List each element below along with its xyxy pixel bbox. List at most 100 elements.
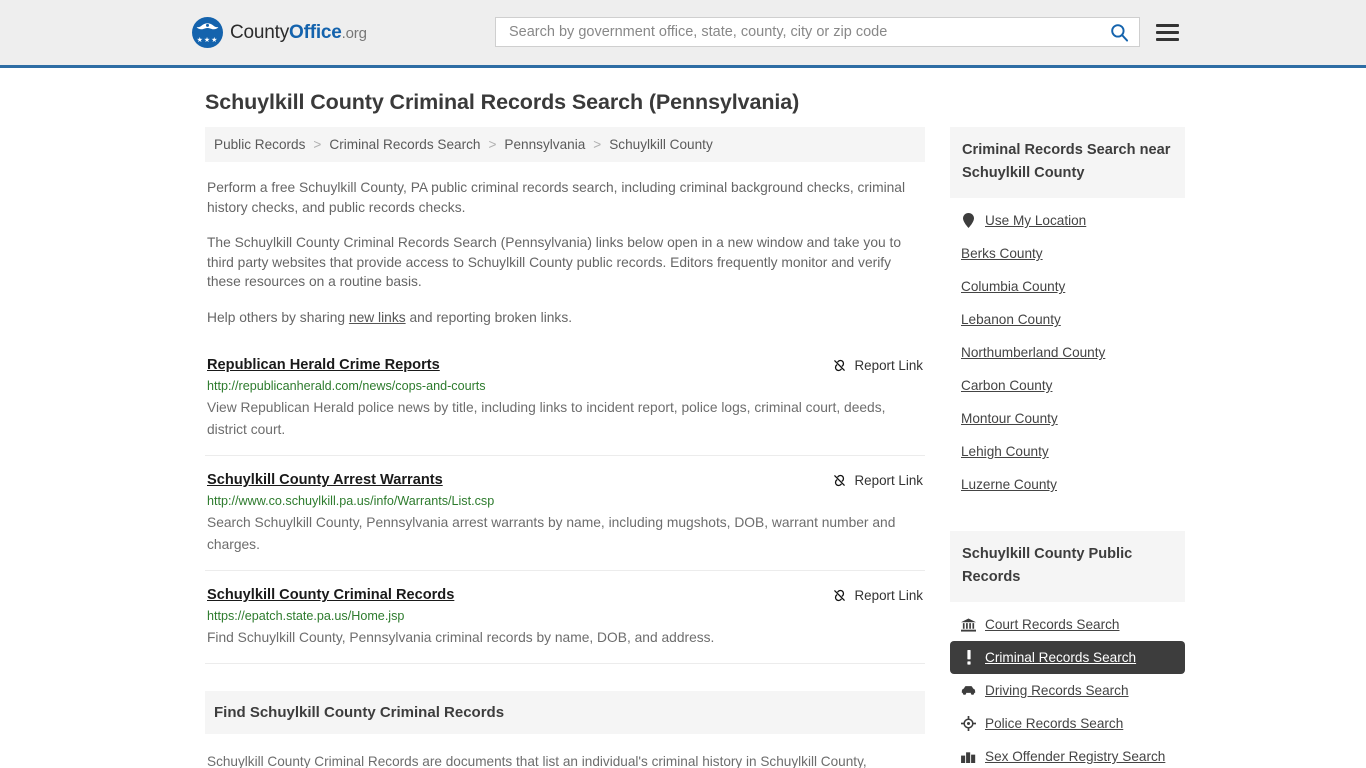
- countyoffice-logo-icon: ★★★: [192, 17, 223, 48]
- courthouse-icon: [961, 617, 976, 632]
- sidebar-nearby-list-item: Lehigh County: [950, 435, 1185, 468]
- sidebar-public-records-list: Court Records Search Criminal Records Sea…: [950, 608, 1185, 768]
- sidebar-item-carbon-county[interactable]: Carbon County: [950, 369, 1185, 402]
- search-input[interactable]: [507, 23, 1108, 41]
- listing-item: Schuylkill County Criminal Records Report…: [205, 571, 925, 664]
- sidebar-nearby-list-item: Montour County: [950, 402, 1185, 435]
- site-logo[interactable]: ★★★ CountyOffice.org: [192, 17, 367, 48]
- sidebar-item-montour-county[interactable]: Montour County: [950, 402, 1185, 435]
- sidebar-nearby-list-item: Columbia County: [950, 270, 1185, 303]
- listing-header: Schuylkill County Arrest Warrants Report …: [207, 472, 923, 488]
- sidebar-item-use-my-location[interactable]: Use My Location: [950, 204, 1185, 237]
- listing-url: https://epatch.state.pa.us/Home.jsp: [207, 609, 405, 623]
- sidebar-item-label: Court Records Search: [985, 617, 1120, 632]
- menu-button[interactable]: [1156, 23, 1179, 41]
- sidebar-item-lehigh-county[interactable]: Lehigh County: [950, 435, 1185, 468]
- breadcrumb-separator: >: [593, 137, 602, 152]
- police-badge-icon: [961, 716, 976, 731]
- sidebar-item-label: Driving Records Search: [985, 683, 1129, 698]
- report-link-label: Report Link: [854, 588, 923, 603]
- report-link-label: Report Link: [854, 473, 923, 488]
- sidebar-public-records-list-item: Sex Offender Registry Search: [950, 740, 1185, 768]
- sidebar-item-court-records-search[interactable]: Court Records Search: [950, 608, 1185, 641]
- sidebar-nearby-list-item: Carbon County: [950, 369, 1185, 402]
- breadcrumb-item-3[interactable]: Schuylkill County: [609, 137, 713, 152]
- listings-container: Republican Herald Crime Reports Report Li…: [205, 341, 925, 664]
- sidebar-public-records-heading: Schuylkill County Public Records: [962, 546, 1133, 585]
- logo-text-office: Office: [289, 21, 342, 43]
- sidebar-item-luzerne-county[interactable]: Luzerne County: [950, 468, 1185, 501]
- breadcrumb-item-1[interactable]: Criminal Records Search: [329, 137, 480, 152]
- sidebar-nearby-heading: Criminal Records Search near Schuylkill …: [962, 142, 1171, 181]
- breadcrumb-separator: >: [313, 137, 322, 152]
- sidebar-item-police-records-search[interactable]: Police Records Search: [950, 707, 1185, 740]
- police-badge-icon: [961, 716, 976, 731]
- hamburger-bar-2: [1156, 30, 1179, 34]
- listing-title-link[interactable]: Schuylkill County Arrest Warrants: [207, 472, 443, 488]
- find-records-heading: Find Schuylkill County Criminal Records: [214, 704, 505, 721]
- hamburger-bar-3: [1156, 37, 1179, 41]
- car-icon: [961, 686, 976, 695]
- buildings-icon: [961, 752, 976, 763]
- map-pin-icon: [961, 213, 976, 228]
- sidebar-item-sex-offender-registry-search[interactable]: Sex Offender Registry Search: [950, 740, 1185, 768]
- car-icon: [961, 685, 976, 696]
- find-records-paragraph: Schuylkill County Criminal Records are d…: [207, 754, 867, 768]
- sidebar-nearby-list-item: Luzerne County: [950, 468, 1185, 501]
- exclamation-icon: [961, 650, 976, 665]
- sidebar-item-lebanon-county[interactable]: Lebanon County: [950, 303, 1185, 336]
- share-text-after: and reporting broken links.: [405, 309, 573, 325]
- report-link-button[interactable]: Report Link: [832, 588, 923, 603]
- sidebar-item-label: Lehigh County: [961, 444, 1049, 459]
- broken-link-icon: [833, 589, 845, 602]
- listing-title-link[interactable]: Republican Herald Crime Reports: [207, 357, 440, 373]
- intro-paragraph-2: The Schuylkill County Criminal Records S…: [207, 235, 902, 289]
- intro-paragraph-1: Perform a free Schuylkill County, PA pub…: [207, 180, 906, 215]
- courthouse-icon: [961, 617, 976, 632]
- listing-item: Republican Herald Crime Reports Report Li…: [205, 341, 925, 456]
- sidebar-nearby-list-item: Lebanon County: [950, 303, 1185, 336]
- report-link-label: Report Link: [854, 358, 923, 373]
- sidebar-item-northumberland-county[interactable]: Northumberland County: [950, 336, 1185, 369]
- listing-url: http://www.co.schuylkill.pa.us/info/Warr…: [207, 494, 495, 508]
- breadcrumb-separator: >: [488, 137, 497, 152]
- search-box[interactable]: [495, 17, 1140, 47]
- find-records-body: Schuylkill County Criminal Records are d…: [205, 751, 925, 768]
- sidebar-item-driving-records-search[interactable]: Driving Records Search: [950, 674, 1185, 707]
- share-text-before: Help others by sharing: [207, 309, 349, 325]
- site-header: ★★★ CountyOffice.org: [0, 0, 1366, 68]
- sidebar-item-label: Criminal Records Search: [985, 650, 1137, 665]
- hamburger-bar-1: [1156, 23, 1179, 27]
- header-search-area: [495, 17, 1179, 47]
- buildings-icon: [961, 750, 976, 763]
- sidebar-public-records-list-item: Police Records Search: [950, 707, 1185, 740]
- sidebar-item-label: Carbon County: [961, 378, 1053, 393]
- sidebar-item-label: Northumberland County: [961, 345, 1106, 360]
- breadcrumb: Public Records > Criminal Records Search…: [205, 127, 925, 162]
- sidebar-item-label: Sex Offender Registry Search: [985, 749, 1166, 764]
- intro-paragraph-3: Help others by sharing new links and rep…: [205, 308, 925, 328]
- sidebar-item-label: Police Records Search: [985, 716, 1124, 731]
- sidebar: Criminal Records Search near Schuylkill …: [950, 127, 1185, 768]
- sidebar-item-label: Montour County: [961, 411, 1058, 426]
- breadcrumb-item-0[interactable]: Public Records: [214, 137, 305, 152]
- search-button[interactable]: [1108, 23, 1131, 42]
- report-link-button[interactable]: Report Link: [832, 473, 923, 488]
- sidebar-item-berks-county[interactable]: Berks County: [950, 237, 1185, 270]
- sidebar-nearby-list: Use My Location Berks County Columbia Coun…: [950, 204, 1185, 501]
- breadcrumb-item-2[interactable]: Pennsylvania: [504, 137, 585, 152]
- report-link-button[interactable]: Report Link: [832, 358, 923, 373]
- listing-description: View Republican Herald police news by ti…: [207, 400, 886, 437]
- listing-description: Search Schuylkill County, Pennsylvania a…: [207, 515, 896, 552]
- sidebar-item-label: Lebanon County: [961, 312, 1061, 327]
- logo-stars: ★★★: [196, 37, 219, 44]
- sidebar-item-columbia-county[interactable]: Columbia County: [950, 270, 1185, 303]
- sidebar-item-label: Use My Location: [985, 213, 1087, 228]
- new-links-link[interactable]: new links: [349, 310, 406, 325]
- map-pin-icon: [963, 213, 974, 228]
- sidebar-item-criminal-records-search[interactable]: Criminal Records Search: [950, 641, 1185, 674]
- listing-title-link[interactable]: Schuylkill County Criminal Records: [207, 587, 454, 603]
- intro-text: Perform a free Schuylkill County, PA pub…: [205, 178, 925, 327]
- page-layout: Public Records > Criminal Records Search…: [0, 127, 1366, 768]
- broken-link-icon: [833, 474, 845, 487]
